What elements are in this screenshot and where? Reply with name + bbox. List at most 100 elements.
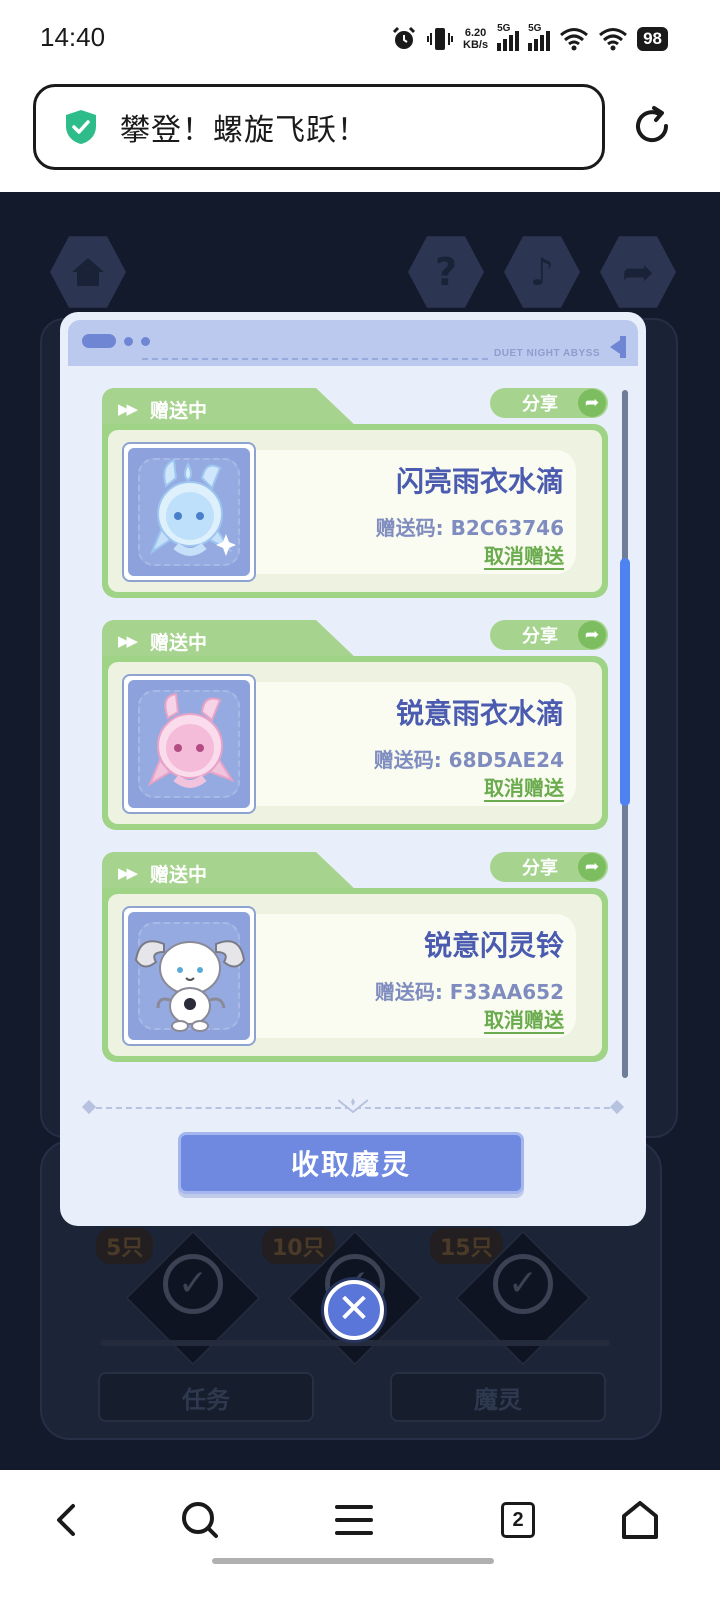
help-icon: ? bbox=[434, 250, 458, 294]
share-button[interactable]: 分享 ➦ bbox=[490, 620, 608, 650]
back-icon bbox=[57, 1504, 75, 1536]
signal-icon: 5G bbox=[528, 23, 551, 51]
fast-forward-icon: ▶▶ bbox=[118, 400, 138, 418]
cancel-gift-link[interactable]: 取消赠送 bbox=[484, 544, 564, 570]
check-icon: ✓ bbox=[163, 1254, 223, 1314]
browser-toolbar: 攀登！螺旋飞跃！ bbox=[0, 78, 720, 192]
tasks-button[interactable]: 任务 bbox=[98, 1372, 314, 1422]
item-thumbnail bbox=[122, 442, 256, 582]
menu-icon bbox=[335, 1505, 373, 1535]
collect-sprites-button[interactable]: 收取魔灵 bbox=[178, 1132, 524, 1194]
blue-droplet-sprite-icon bbox=[149, 458, 236, 556]
page-title: 攀登！螺旋飞跃！ bbox=[120, 113, 368, 148]
home-indicator[interactable] bbox=[212, 1558, 494, 1564]
item-name: 锐意雨衣水滴 bbox=[395, 697, 564, 730]
back-button[interactable] bbox=[38, 1494, 94, 1546]
home-icon bbox=[622, 1501, 658, 1539]
tasks-label: 任务 bbox=[182, 1385, 230, 1414]
address-bar[interactable]: 攀登！螺旋飞跃！ bbox=[33, 84, 605, 170]
gift-code-label: 赠送码: bbox=[374, 980, 443, 1004]
ram-sprite-icon bbox=[134, 940, 246, 1032]
gift-code-value: B2C63746 bbox=[450, 516, 564, 540]
tier-tag: 5只 bbox=[96, 1228, 154, 1264]
vibrate-icon bbox=[427, 28, 454, 50]
gift-code: 赠送码: B2C63746 bbox=[376, 512, 564, 541]
shield-check-icon bbox=[66, 110, 96, 144]
header-dots bbox=[82, 334, 150, 348]
gift-status: 赠送中 bbox=[150, 400, 208, 422]
pink-droplet-sprite-icon bbox=[147, 692, 235, 788]
share-label: 分享 bbox=[522, 394, 558, 415]
share-button[interactable]: 分享 ➦ bbox=[490, 852, 608, 882]
wifi-icon bbox=[560, 28, 589, 51]
share-arrow-icon: ➦ bbox=[578, 621, 606, 649]
tab-count: 2 bbox=[501, 1502, 535, 1538]
share-arrow-icon: ➦ bbox=[578, 389, 606, 417]
home-game-button[interactable] bbox=[50, 236, 126, 308]
header-brand: DUET NIGHT ABYSS bbox=[494, 348, 600, 359]
sprites-label: 魔灵 bbox=[474, 1385, 522, 1414]
gift-status: 赠送中 bbox=[150, 632, 208, 654]
item-thumbnail bbox=[122, 674, 256, 814]
card-status-tab: ▶▶ 赠送中 bbox=[102, 620, 312, 660]
gift-code-value: 68D5AE24 bbox=[448, 748, 564, 772]
gift-code: 赠送码: 68D5AE24 bbox=[374, 744, 564, 773]
cancel-gift-link[interactable]: 取消赠送 bbox=[484, 1008, 564, 1034]
net-speed-unit: KB/s bbox=[463, 39, 489, 51]
item-name: 闪亮雨衣水滴 bbox=[395, 465, 564, 498]
status-icons: 6.20 KB/s 5G 5G 98 bbox=[391, 22, 668, 56]
card-body: 闪亮雨衣水滴 赠送码: B2C63746 取消赠送 bbox=[102, 424, 608, 598]
tier-tag: 10只 bbox=[262, 1228, 335, 1264]
scrollbar-thumb[interactable] bbox=[620, 558, 630, 806]
fast-forward-icon: ▶▶ bbox=[118, 632, 138, 650]
sprites-button[interactable]: 魔灵 bbox=[390, 1372, 606, 1422]
status-time: 14:40 bbox=[40, 22, 106, 52]
progress-track bbox=[100, 1340, 610, 1346]
net-speed-value: 6.20 bbox=[464, 27, 487, 39]
item-name: 锐意闪灵铃 bbox=[423, 929, 564, 962]
browser-bottom-nav: 2 bbox=[0, 1470, 720, 1600]
gift-card: ▶▶ 赠送中 分享 ➦ bbox=[102, 620, 608, 830]
help-game-button[interactable]: ? bbox=[408, 236, 484, 308]
close-icon[interactable]: ✕ bbox=[324, 1280, 384, 1340]
alarm-icon bbox=[392, 26, 416, 49]
gift-status: 赠送中 bbox=[150, 864, 208, 886]
cancel-gift-link[interactable]: 取消赠送 bbox=[484, 776, 564, 802]
gift-list-modal: DUET NIGHT ABYSS ▶▶ 赠送中 分享 ➦ 闪亮雨衣水滴 赠送码:… bbox=[60, 312, 646, 1226]
share-arrow-icon: ➦ bbox=[622, 250, 654, 294]
tabs-button[interactable]: 2 bbox=[490, 1494, 546, 1546]
sim2-label: 5G bbox=[528, 23, 542, 34]
reload-icon[interactable] bbox=[630, 104, 674, 148]
battery-icon: 98 bbox=[637, 27, 668, 51]
tabs-icon: 2 bbox=[501, 1502, 535, 1538]
search-button[interactable] bbox=[172, 1494, 228, 1546]
music-game-button[interactable]: ♪ bbox=[504, 236, 580, 308]
tier-tag: 15只 bbox=[430, 1228, 503, 1264]
card-status-tab: ▶▶ 赠送中 bbox=[102, 388, 312, 428]
home-icon bbox=[72, 258, 104, 286]
item-thumbnail bbox=[122, 906, 256, 1046]
menu-button[interactable] bbox=[326, 1494, 382, 1546]
share-button[interactable]: 分享 ➦ bbox=[490, 388, 608, 418]
gift-code-value: F33AA652 bbox=[449, 980, 564, 1004]
gift-code-label: 赠送码: bbox=[373, 748, 442, 772]
gift-card: ▶▶ 赠送中 分享 ➦ bbox=[102, 852, 608, 1062]
collect-sprites-label: 收取魔灵 bbox=[290, 1148, 411, 1181]
gift-code: 赠送码: F33AA652 bbox=[375, 976, 564, 1005]
card-status-tab: ▶▶ 赠送中 bbox=[102, 852, 312, 892]
fast-forward-icon: ▶▶ bbox=[118, 864, 138, 882]
card-body: 锐意闪灵铃 赠送码: F33AA652 取消赠送 bbox=[102, 888, 608, 1062]
signal-icon: 5G bbox=[497, 23, 520, 51]
home-button[interactable] bbox=[612, 1494, 668, 1546]
music-icon: ♪ bbox=[529, 250, 555, 294]
sim1-label: 5G bbox=[497, 23, 511, 34]
modal-header: DUET NIGHT ABYSS bbox=[68, 320, 638, 366]
gift-code-label: 赠送码: bbox=[375, 516, 444, 540]
search-icon bbox=[182, 1502, 218, 1538]
share-arrow-icon: ➦ bbox=[578, 853, 606, 881]
net-speed: 6.20 KB/s bbox=[463, 27, 488, 51]
divider-chevron-icon bbox=[338, 1098, 368, 1114]
share-label: 分享 bbox=[522, 858, 558, 879]
share-game-button[interactable]: ➦ bbox=[600, 236, 676, 308]
share-label: 分享 bbox=[522, 626, 558, 647]
